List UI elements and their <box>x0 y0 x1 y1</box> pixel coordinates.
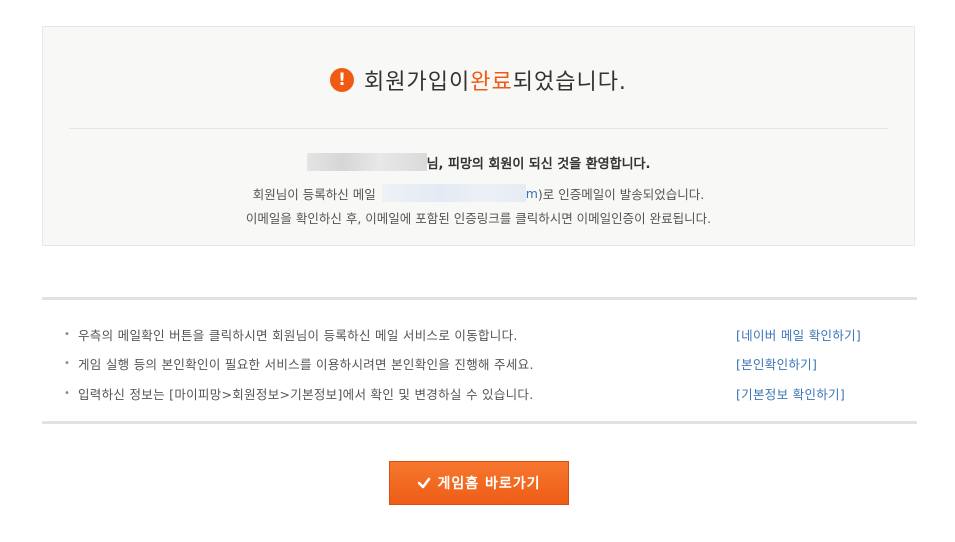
redacted-username <box>306 153 427 171</box>
signup-complete-panel: ! 회원가입이 완료 되었습니다. 님, 피망의 회원이 되신 것을 환영합니다.… <box>42 26 915 246</box>
welcome-message: 님, 피망의 회원이 되신 것을 환영합니다. <box>43 151 914 173</box>
bullet-icon: • <box>64 387 70 399</box>
naver-mail-link[interactable]: [네이버 메일 확인하기] <box>736 325 861 344</box>
page-title: ! 회원가입이 완료 되었습니다. <box>43 65 914 95</box>
bullet-icon: • <box>64 357 70 369</box>
email-line-suffix: )로 인증메일이 발송되었습니다. <box>537 186 705 202</box>
alert-icon: ! <box>330 68 355 92</box>
email-visible-tail: m <box>525 185 538 201</box>
guide-item: • 우측의 메일확인 버튼을 클릭하시면 회원님이 등록하신 메일 서비스로 이… <box>64 324 895 344</box>
basic-info-link[interactable]: [기본정보 확인하기] <box>736 384 845 403</box>
guide-item: • 게임 실행 등의 본인확인이 필요한 서비스를 이용하시려면 본인확인을 진… <box>64 353 895 373</box>
title-prefix: 회원가입이 <box>364 70 471 95</box>
instruction-line: 이메일을 확인하신 후, 이메일에 포함된 인증링크를 클릭하시면 이메일인증이… <box>245 210 712 226</box>
game-home-button[interactable]: 게임홈 바로가기 <box>389 461 569 505</box>
divider <box>69 128 888 129</box>
title-suffix: 되었습니다. <box>512 70 627 95</box>
guide-item: • 입력하신 정보는 [마이피망>회원정보>기본정보]에서 확인 및 변경하실 … <box>64 383 895 403</box>
check-icon <box>418 477 431 489</box>
guide-list: • 우측의 메일확인 버튼을 클릭하시면 회원님이 등록하신 메일 서비스로 이… <box>42 297 917 424</box>
title-highlight: 완료 <box>470 70 513 95</box>
identity-verify-link[interactable]: [본인확인하기] <box>736 354 817 373</box>
redacted-email <box>381 184 526 202</box>
email-sent-line: 회원님이 등록하신 메일 m )로 인증메일이 발송되었습니다. <box>43 183 914 203</box>
bullet-icon: • <box>64 328 70 340</box>
email-line-prefix: 회원님이 등록하신 메일 <box>252 186 376 202</box>
welcome-text: 님, 피망의 회원이 되신 것을 환영합니다. <box>426 156 651 172</box>
game-home-label: 게임홈 바로가기 <box>437 476 541 492</box>
